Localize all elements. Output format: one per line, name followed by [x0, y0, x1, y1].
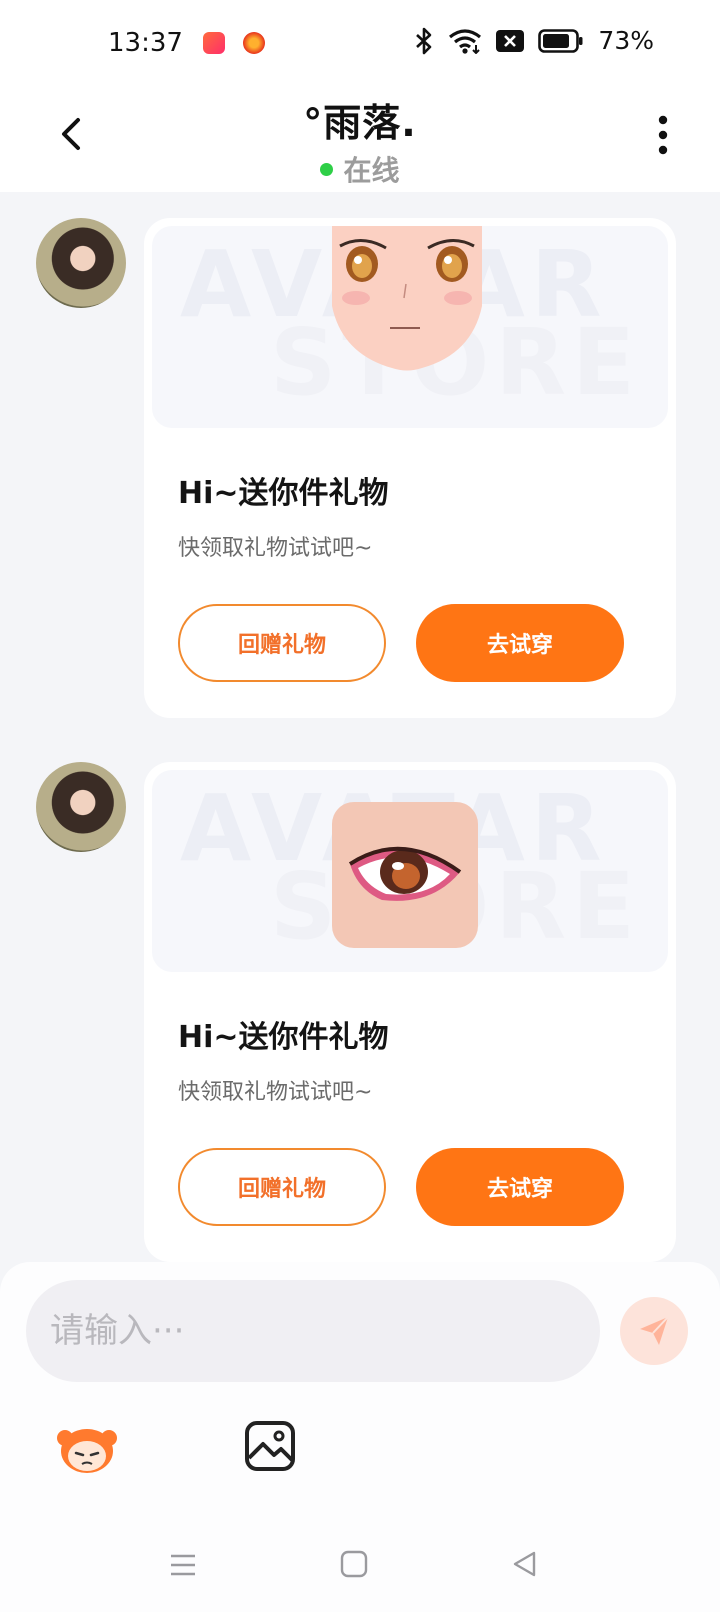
battery-percent: 73% [598, 26, 654, 55]
gift-card-title: Hi~送你件礼物 [178, 1020, 389, 1055]
gift-card[interactable]: AVATAR STORE Hi~送你件礼物 快领取礼物试试吧~ 回赠礼物 [144, 218, 676, 718]
return-gift-button[interactable]: 回赠礼物 [178, 1148, 386, 1226]
sender-avatar[interactable] [36, 762, 126, 852]
recent-apps-button[interactable] [168, 1550, 198, 1580]
try-on-button[interactable]: 去试穿 [416, 1148, 624, 1226]
sender-avatar[interactable] [36, 218, 126, 308]
home-button[interactable] [339, 1549, 369, 1579]
game-app-icon [203, 32, 225, 54]
battery-icon [538, 28, 584, 53]
mascot-emoji-icon [57, 1429, 117, 1473]
online-status-text: 在线 [343, 154, 400, 187]
send-button[interactable] [620, 1297, 688, 1365]
message-input[interactable] [26, 1280, 600, 1382]
eye-icon [348, 846, 462, 901]
orange-app-icon [243, 32, 265, 54]
square-icon [340, 1550, 368, 1578]
title-group: °雨落. 在线 [0, 92, 720, 189]
gift-card[interactable]: AVATAR STORE Hi~送你件礼物 快领取礼物试试吧~ 回赠礼物 去试穿 [144, 762, 676, 1262]
gift-banner: AVATAR STORE [152, 770, 668, 972]
status-right-group: 73% [414, 26, 654, 55]
status-bar: 13:37 73% [0, 0, 720, 92]
gift-card-subtitle: 快领取礼物试试吧~ [178, 1080, 373, 1105]
return-gift-button[interactable]: 回赠礼物 [178, 604, 386, 682]
triangle-back-icon [513, 1551, 536, 1577]
more-vertical-icon [658, 115, 668, 155]
image-icon [245, 1421, 295, 1471]
image-picker-button[interactable] [244, 1420, 296, 1472]
gift-card-title: Hi~送你件礼物 [178, 476, 389, 511]
send-icon [640, 1316, 669, 1345]
sim-off-icon [496, 29, 525, 52]
menu-icon [171, 1554, 195, 1576]
gift-card-subtitle: 快领取礼物试试吧~ [178, 536, 373, 561]
anime-eye-gift-image [332, 802, 478, 948]
anime-face-gift-image [332, 226, 482, 371]
online-dot-icon [320, 162, 334, 176]
more-options-button[interactable] [650, 112, 676, 158]
try-on-button[interactable]: 去试穿 [416, 604, 624, 682]
bluetooth-icon [414, 27, 434, 55]
online-status: 在线 [320, 149, 400, 189]
system-nav-bar [0, 1530, 720, 1612]
gift-banner: AVATAR STORE [152, 226, 668, 428]
system-back-button[interactable] [510, 1549, 540, 1579]
status-time: 13:37 [108, 28, 183, 58]
chat-header: °雨落. 在线 [0, 92, 720, 192]
peer-name: °雨落. [303, 101, 417, 145]
wifi-icon [448, 28, 482, 54]
emoji-button[interactable] [56, 1418, 118, 1478]
